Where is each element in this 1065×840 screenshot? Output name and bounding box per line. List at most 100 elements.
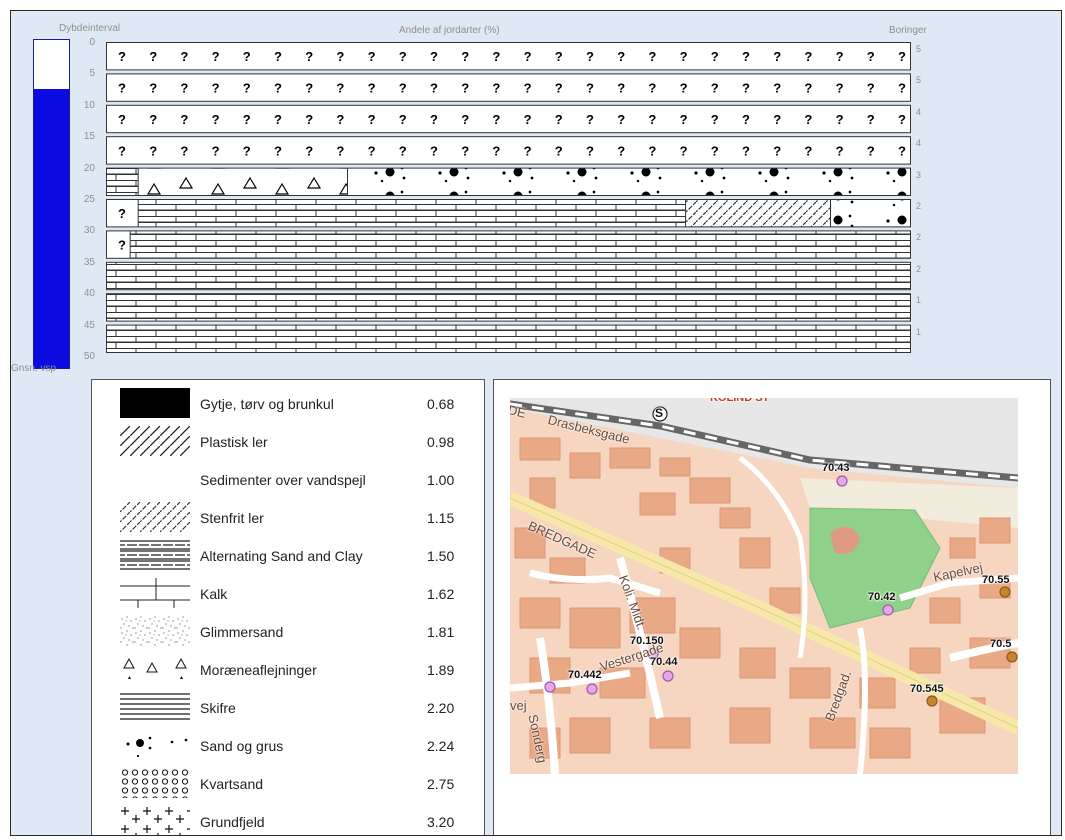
- unknown-soil-mark: ?: [180, 112, 188, 127]
- building: [519, 437, 561, 461]
- unknown-soil-mark: ?: [243, 143, 251, 158]
- unknown-soil-mark: ?: [118, 49, 126, 64]
- legend-panel: Gytje, tørv og brunkul 0.68 Plastisk ler 0.…: [91, 379, 485, 835]
- building: [739, 537, 771, 569]
- legend-item: Alternating Sand and Clay 1.50: [120, 538, 470, 576]
- unknown-soil-mark: ?: [586, 49, 594, 64]
- unknown-soil-mark: ?: [336, 49, 344, 64]
- unknown-soil-mark: ?: [898, 143, 906, 158]
- boring-marker-label[interactable]: 70.43: [822, 462, 850, 474]
- depth-tick: 5: [89, 68, 95, 80]
- unknown-soil-mark: ?: [492, 49, 500, 64]
- kvarts-pattern-swatch: [120, 768, 190, 798]
- boring-count: 5: [916, 44, 922, 54]
- unknown-soil-mark: ?: [742, 49, 750, 64]
- boring-marker: [999, 586, 1011, 598]
- legend-value: 2.20: [427, 700, 455, 716]
- unknown-soil-mark: ?: [180, 81, 188, 96]
- depth-tick: 25: [83, 194, 95, 205]
- unknown-soil-mark: ?: [555, 143, 563, 158]
- legend-label: Plastisk ler: [200, 434, 268, 450]
- water-level-gauge-fill: [34, 89, 69, 368]
- average-water-level-label: Gnsn. vsp: [11, 363, 57, 374]
- unknown-soil-mark: ?: [336, 112, 344, 127]
- water-level-gauge: 7.5: [33, 39, 70, 369]
- map-panel: 70.43 70.42 70.55 70.150 70.44 70.442 70.545 70…: [493, 379, 1051, 835]
- grundfjeld-pattern-swatch: [120, 806, 190, 835]
- building: [809, 717, 856, 749]
- boring-marker-label[interactable]: 70.442: [568, 669, 602, 681]
- boring-marker-label[interactable]: 70.55: [982, 574, 1010, 586]
- legend-label: Alternating Sand and Clay: [200, 548, 363, 564]
- unknown-soil-mark: ?: [305, 143, 313, 158]
- legend-value: 1.81: [427, 624, 455, 640]
- unknown-soil-mark: ?: [836, 81, 844, 96]
- profile-segment-kalk: [106, 262, 911, 290]
- legend-value: 0.98: [427, 434, 455, 450]
- depth-tick: 35: [83, 256, 95, 268]
- legend-value: 1.00: [427, 472, 455, 488]
- building: [569, 452, 601, 479]
- legend-item: Gytje, tørv og brunkul 0.68: [120, 386, 470, 424]
- boring-marker: [544, 681, 556, 693]
- profile-unknown-segment: [106, 105, 911, 133]
- legend-label: Grundfjeld: [200, 814, 265, 830]
- unknown-soil-mark: ?: [399, 81, 407, 96]
- unknown-soil-mark: ?: [492, 81, 500, 96]
- boring-count: 1: [916, 326, 922, 337]
- unknown-soil-mark: ?: [867, 112, 875, 127]
- unknown-soil-mark: ?: [586, 112, 594, 127]
- legend-label: Kalk: [200, 586, 228, 602]
- profile-segment-kalk: [106, 325, 911, 353]
- unknown-soil-mark: ?: [617, 143, 625, 158]
- profile-unknown-segment: [106, 42, 911, 70]
- unknown-soil-mark: ?: [898, 112, 906, 127]
- unknown-soil-mark: ?: [648, 143, 656, 158]
- soil-profile: ????????????????????????????????????????…: [106, 42, 911, 356]
- map-canvas: [510, 398, 1018, 774]
- unknown-soil-mark: ?: [430, 81, 438, 96]
- unknown-soil-mark: ?: [118, 81, 126, 96]
- boring-count: 4: [916, 106, 922, 117]
- unknown-soil-mark: ?: [368, 143, 376, 158]
- unknown-soil-mark: ?: [368, 112, 376, 127]
- unknown-soil-mark: ?: [461, 81, 469, 96]
- unknown-soil-mark: ?: [118, 143, 126, 158]
- legend-value: 1.50: [427, 548, 455, 564]
- boring-map[interactable]: 70.43 70.42 70.55 70.150 70.44 70.442 70.545 70…: [510, 398, 1018, 774]
- legend-label: Stenfrit ler: [200, 510, 264, 526]
- unknown-soil-mark: ?: [430, 112, 438, 127]
- unknown-soil-mark: ?: [836, 112, 844, 127]
- unknown-soil-mark: ?: [648, 49, 656, 64]
- boring-count: 2: [916, 263, 922, 274]
- unknown-soil-mark: ?: [492, 112, 500, 127]
- unknown-soil-mark: ?: [149, 49, 157, 64]
- unknown-soil-mark: ?: [461, 49, 469, 64]
- unknown-soil-mark: ?: [149, 81, 157, 96]
- legend-item: Moræneaflejninger 1.89: [120, 652, 470, 690]
- boring-marker-label[interactable]: 70.5: [990, 638, 1011, 650]
- building: [739, 647, 776, 679]
- depth-tick: 45: [83, 319, 95, 331]
- unknown-soil-mark: ?: [149, 143, 157, 158]
- boring-marker: [586, 683, 598, 695]
- moraene-pattern-swatch: [120, 654, 190, 684]
- legend-item: Sedimenter over vandspejl 1.00: [120, 462, 470, 500]
- unknown-soil-mark: ?: [867, 81, 875, 96]
- legend-item: Plastisk ler 0.98: [120, 424, 470, 462]
- unknown-soil-mark: ?: [680, 49, 688, 64]
- building: [909, 647, 941, 674]
- unknown-soil-mark: ?: [274, 81, 282, 96]
- unknown-soil-mark: ?: [430, 49, 438, 64]
- unknown-soil-mark: ?: [180, 49, 188, 64]
- legend-value: 2.75: [427, 776, 455, 792]
- boring-marker-label[interactable]: 70.44: [650, 656, 678, 668]
- stenfri-pattern-swatch: [120, 502, 190, 532]
- boring-marker-label[interactable]: 70.42: [868, 591, 896, 603]
- legend-item: Kalk 1.62: [120, 576, 470, 614]
- boring-marker-label[interactable]: 70.545: [910, 683, 944, 695]
- unknown-soil-mark: ?: [243, 49, 251, 64]
- kalk-pattern-swatch: [120, 578, 190, 608]
- unknown-soil-mark: ?: [492, 143, 500, 158]
- building: [569, 607, 621, 649]
